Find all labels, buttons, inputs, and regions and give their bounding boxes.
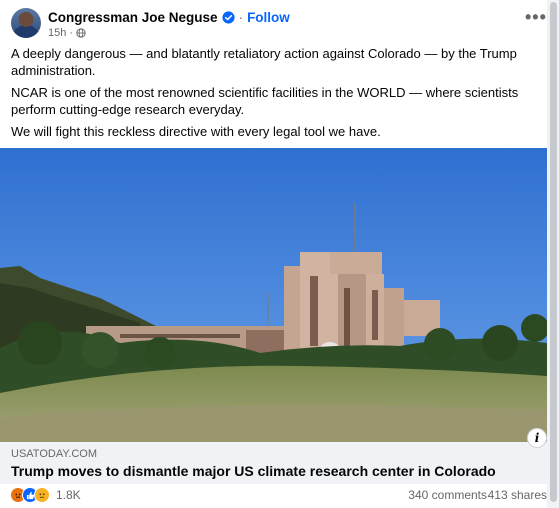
follow-button[interactable]: Follow <box>247 10 290 25</box>
author-name[interactable]: Congressman Joe Neguse <box>48 10 218 25</box>
author-row: Congressman Joe Neguse · Follow <box>48 8 290 26</box>
more-options-icon[interactable]: ••• <box>525 8 546 31</box>
comment-count[interactable]: 340 comments <box>408 488 487 502</box>
reaction-count[interactable]: 1.8K <box>56 488 81 502</box>
sad-reaction-icon <box>34 487 50 503</box>
globe-icon <box>76 28 86 38</box>
link-preview-card[interactable]: USATODAY.COM Trump moves to dismantle ma… <box>0 442 547 484</box>
link-headline[interactable]: Trump moves to dismantle major US climat… <box>11 463 496 479</box>
verified-badge-icon <box>221 10 235 24</box>
scrollbar-thumb[interactable] <box>550 2 557 502</box>
author-avatar[interactable] <box>11 8 41 38</box>
post-text: A deeply dangerous — and blatantly retal… <box>11 46 536 147</box>
link-preview-image[interactable] <box>0 148 547 442</box>
link-domain: USATODAY.COM <box>11 448 97 460</box>
engagement-bar: 1.8K 340 comments 413 shares <box>0 484 547 508</box>
reaction-icons[interactable] <box>10 487 50 503</box>
post-meta: 15h · <box>48 27 86 39</box>
post-header: Congressman Joe Neguse · Follow 15h · ••… <box>0 0 559 44</box>
post-paragraph: We will fight this reckless directive wi… <box>11 124 381 139</box>
meta-separator: · <box>69 27 74 39</box>
post-paragraph: A deeply dangerous — and blatantly retal… <box>11 46 517 78</box>
facebook-post: Congressman Joe Neguse · Follow 15h · ••… <box>0 0 559 508</box>
share-count[interactable]: 413 shares <box>488 488 547 502</box>
post-paragraph: NCAR is one of the most renowned scienti… <box>11 85 519 117</box>
scrollbar[interactable] <box>547 0 559 508</box>
separator-dot: · <box>238 9 244 25</box>
post-timestamp[interactable]: 15h <box>48 27 66 39</box>
ncar-building-photo <box>0 148 547 442</box>
info-icon[interactable]: i <box>527 428 547 448</box>
